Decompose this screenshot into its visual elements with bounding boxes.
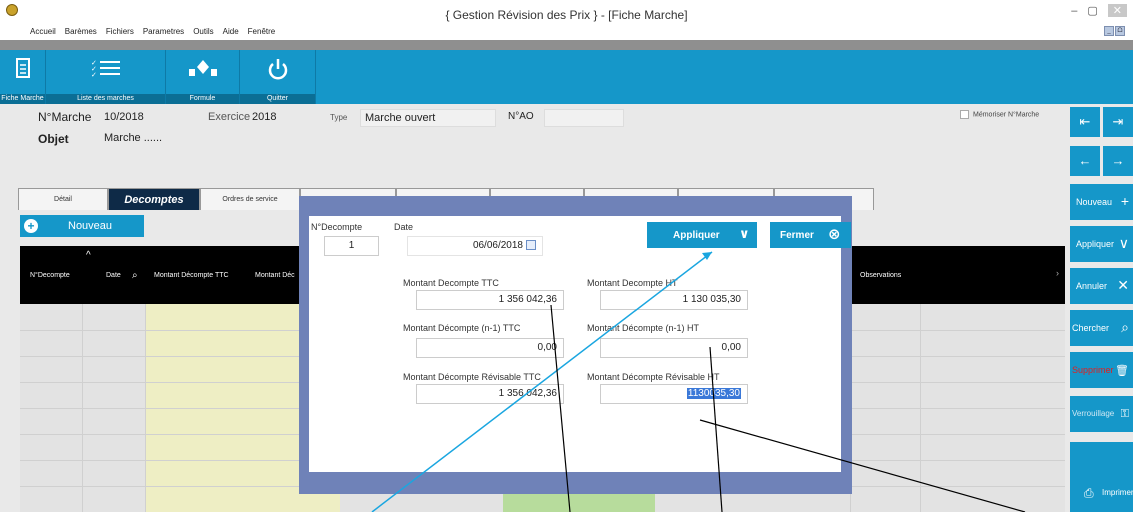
annotation-line-blue [371,251,713,512]
annotation-line-rev-ht [699,419,1026,512]
annotation-line-prev-ht [709,346,723,512]
annotation-lines [371,251,1026,512]
annotation-line-ttc [550,304,571,512]
